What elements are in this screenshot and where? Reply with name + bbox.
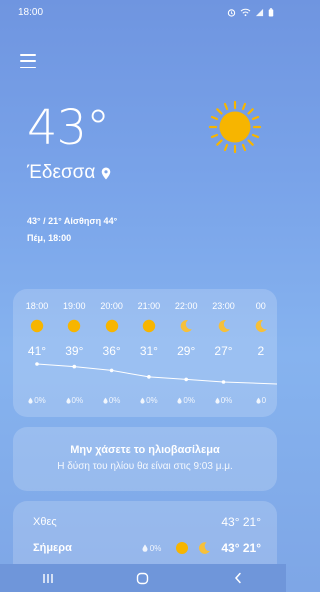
hour-time: 19:00 [63,301,86,311]
hourly-forecast-card[interactable]: 18:00 41° 0% 19:00 39° 0% 20:00 36° 0% 21:00 31° 0%… [13,289,277,417]
current-temperature: 43° [27,100,110,156]
moon-icon [180,320,192,333]
day-temps: 43° 21° [221,515,261,529]
moon-icon [199,542,211,554]
day-rain: 0% [149,543,162,553]
hour-temp: 2 [257,344,265,358]
hour-rain: 0% [129,396,169,405]
hour-rain-value: 0% [71,396,84,405]
hourly-columns: 18:00 41° 0% 19:00 39° 0% 20:00 36° 0% 21:00 31° 0%… [13,289,277,417]
location-pin-icon [102,167,111,179]
temperature-point [109,368,114,373]
hour-rain: 0% [54,396,94,405]
hour-rain: 0% [92,396,132,405]
sun-icon [105,319,118,333]
hi-lo-feels-like: 43° / 21° Αίσθηση 44° [27,216,118,226]
hour-rain: 0% [204,396,244,405]
status-icons [227,7,274,17]
sunset-card[interactable]: Μην χάσετε το ηλιοβασίλεμα Η δύση του ηλ… [13,427,277,491]
temperature-point [184,377,188,382]
daily-row-yesterday: Χθες 43° 21° [33,513,261,531]
status-bar: 18:00 [0,0,286,24]
raindrop-icon [28,397,33,404]
sun-icon [30,319,44,333]
day-time: Πέμ, 18:00 [27,233,72,243]
wifi-icon [240,8,251,16]
hour-time: 22:00 [174,301,198,311]
sun-icon [176,542,189,554]
hour-rain: 0% [17,396,57,405]
raindrop-icon [215,397,220,404]
menu-icon-line [20,66,36,68]
raindrop-icon [65,397,71,404]
hour-time: 20:00 [100,301,123,311]
status-time: 18:00 [18,6,44,18]
sun-icon [68,319,81,333]
battery-icon [268,7,274,17]
day-temps: 43° 21° [221,541,261,555]
temperature-point [35,362,39,366]
menu-button[interactable] [20,54,36,68]
daily-row-today: Σήμερα 0% 43° 21° [33,539,261,557]
raindrop-icon [177,397,182,404]
alarm-icon [227,8,236,17]
hour-temp: 41° [27,344,47,358]
hour-temp: 29° [177,344,196,358]
hour-temp: 36° [102,344,121,358]
city-name: Έδεσσα [27,162,96,183]
hour-rain-value: 0 [261,396,267,405]
sun-icon [208,100,262,154]
hour-time: 18:00 [25,301,49,311]
hour-temp: 31° [139,344,158,358]
moon-icon [218,320,230,333]
location-row[interactable]: Έδεσσα [27,162,111,184]
menu-icon-line [20,54,36,56]
hour-temp: 27° [214,344,233,358]
hour-rain: 0% [166,396,206,405]
hour-time: 23:00 [212,301,235,311]
temperature-point [147,375,151,379]
temperature-graph [35,362,277,385]
moon-icon [255,320,267,333]
sunset-subtitle: Η δύση του ηλίου θα είναι στις 9:03 μ.μ. [57,461,233,472]
day-name: Σήμερα [33,542,72,554]
hour-rain: 0 [241,396,277,405]
navigation-bar [0,564,286,592]
hour-rain-value: 0% [146,396,158,405]
sun-icon [142,319,156,333]
daily-forecast-card[interactable]: Χθες 43° 21° Σήμερα 0% 43° 21° [13,501,277,571]
day-name: Χθες [33,516,57,528]
signal-icon [255,8,264,16]
temperature-point [72,364,77,369]
hour-rain-value: 0% [220,396,233,405]
raindrop-icon [142,544,148,552]
back-icon [235,572,242,584]
hour-time: 21:00 [137,301,161,311]
hour-rain-value: 0% [34,396,46,405]
recent-apps-button[interactable] [28,564,68,592]
recent-apps-icon [42,573,53,583]
hour-rain-value: 0% [183,396,195,405]
hour-rain-value: 0% [108,396,121,405]
menu-icon-line [20,60,36,62]
hour-time: 00 [255,301,266,311]
sunset-title: Μην χάσετε το ηλιοβασίλεμα [70,444,220,456]
raindrop-icon [103,397,108,404]
raindrop-icon [140,397,145,404]
back-button[interactable] [218,564,258,592]
hour-temp: 39° [65,344,84,358]
home-button[interactable] [123,564,163,592]
temperature-point [221,380,226,384]
home-icon [137,572,149,584]
raindrop-icon [255,397,261,404]
